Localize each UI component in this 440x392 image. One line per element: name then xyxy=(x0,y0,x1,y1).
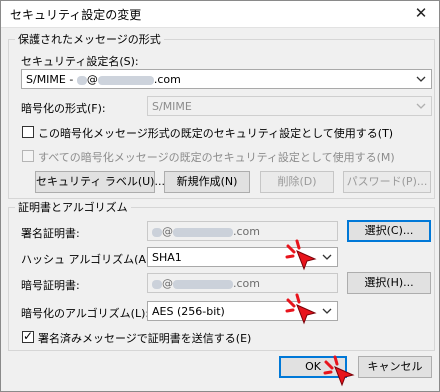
encryption-cert-domain: .com xyxy=(233,277,260,290)
encryption-algorithm-label: 暗号化のアルゴリズム(L): xyxy=(21,307,150,320)
redacted-user xyxy=(76,75,87,85)
click-cursor-icon xyxy=(285,239,317,271)
setting-name-prefix: S/MIME - xyxy=(26,73,77,86)
delete-button: 削除(D) xyxy=(260,171,334,193)
redacted-domain xyxy=(97,75,154,85)
crypto-format-label: 暗号化の形式(F): xyxy=(21,102,106,115)
default-for-all-checkbox xyxy=(22,150,34,162)
default-for-all-label: すべての暗号化メッセージの既定のセキュリティ設定として使用する(M) xyxy=(38,151,395,164)
send-certs-label: 署名済みメッセージで証明書を送信する(E) xyxy=(38,332,252,345)
encryption-cert-field: @ .com xyxy=(147,273,338,293)
select-encryption-cert-button[interactable]: 選択(H)... xyxy=(347,272,431,294)
title-bar: セキュリティ設定の変更 ✕ xyxy=(1,1,439,28)
send-certs-checkbox[interactable]: ✓ xyxy=(22,329,34,343)
protected-format-legend: 保護されたメッセージの形式 xyxy=(18,33,161,46)
chevron-down-icon xyxy=(416,103,426,109)
default-for-format-checkbox[interactable] xyxy=(22,126,34,138)
close-icon[interactable]: ✕ xyxy=(403,1,439,27)
chevron-down-icon xyxy=(322,308,332,314)
select-signing-cert-button[interactable]: 選択(C)... xyxy=(347,220,431,242)
setting-name-combo[interactable]: S/MIME - @ .com xyxy=(21,69,432,89)
cert-algorithm-legend: 証明書とアルゴリズム xyxy=(18,201,128,214)
setting-name-domain: .com xyxy=(153,73,181,86)
signing-cert-label: 署名証明書: xyxy=(21,227,80,240)
encryption-cert-label: 暗号証明書: xyxy=(21,279,80,292)
hash-algorithm-value: SHA1 xyxy=(152,251,182,264)
setting-name-label: セキュリティ設定名(S): xyxy=(21,55,139,68)
cancel-button[interactable]: キャンセル xyxy=(358,356,432,378)
redacted-user xyxy=(152,227,162,237)
password-button: パスワード(P)... xyxy=(343,171,431,193)
redacted-user xyxy=(152,279,162,289)
crypto-format-combo: S/MIME xyxy=(147,96,432,116)
new-button[interactable]: 新規作成(N) xyxy=(164,171,250,193)
checkmark-icon: ✓ xyxy=(23,329,34,343)
signing-cert-domain: .com xyxy=(233,225,260,238)
signing-cert-at: @ xyxy=(162,225,173,238)
crypto-format-value: S/MIME xyxy=(152,100,192,113)
redacted-domain xyxy=(173,279,233,289)
default-for-format-label: この暗号化メッセージ形式の既定のセキュリティ設定として使用する(T) xyxy=(38,127,394,140)
setting-name-at: @ xyxy=(86,73,98,86)
security-settings-dialog: セキュリティ設定の変更 ✕ 保護されたメッセージの形式 セキュリティ設定名(S)… xyxy=(0,0,440,392)
redacted-domain xyxy=(173,227,233,237)
click-cursor-icon xyxy=(285,293,317,325)
window-title: セキュリティ設定の変更 xyxy=(10,8,142,22)
click-cursor-icon xyxy=(323,355,355,387)
chevron-down-icon xyxy=(322,254,332,260)
chevron-down-icon xyxy=(416,76,426,82)
security-labels-button[interactable]: セキュリティ ラベル(U)... xyxy=(35,171,165,193)
encryption-algorithm-value: AES (256-bit) xyxy=(152,305,225,318)
encryption-cert-at: @ xyxy=(162,277,173,290)
hash-algorithm-label: ハッシュ アルゴリズム(A): xyxy=(21,253,154,266)
